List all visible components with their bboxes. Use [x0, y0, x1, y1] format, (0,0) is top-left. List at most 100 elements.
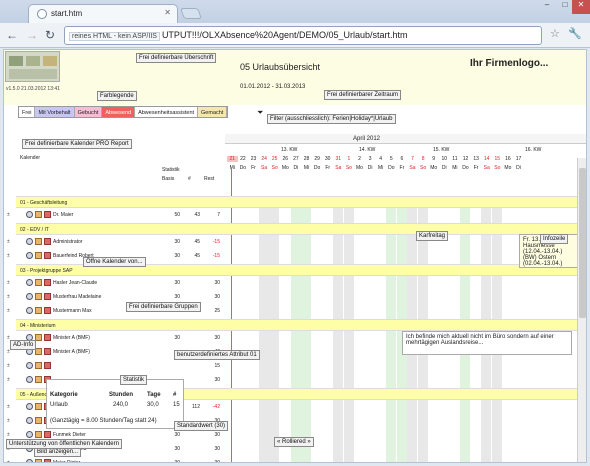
group-name: 01 - Geschäftsleitung	[20, 200, 68, 206]
person-row[interactable]: ±Mustermann Max2525	[7, 305, 586, 317]
calendar-icon[interactable]	[35, 307, 42, 314]
filter-icon[interactable]: ⏷	[257, 108, 263, 118]
statistik-icon[interactable]	[44, 348, 51, 355]
person-row[interactable]: ± Meier Dieter 30 30	[7, 457, 586, 462]
day-name: Sa	[261, 165, 268, 171]
statistik-icon[interactable]	[44, 279, 51, 286]
day-number: 12	[462, 156, 469, 162]
person-row[interactable]: ± Administrator 30 45 -15	[7, 236, 586, 248]
calendar-icon[interactable]	[35, 403, 42, 410]
bookmark-star-icon[interactable]: ☆	[550, 27, 560, 40]
user-icon[interactable]	[26, 307, 33, 314]
statistik-icon[interactable]	[44, 431, 51, 438]
wrench-icon[interactable]: 🔧	[568, 27, 582, 40]
group-row[interactable]: 02 - EDV / IT	[16, 223, 586, 235]
callout-kalender-pro: Frei definierbare Kalender PRO Report	[22, 139, 132, 149]
callout-oeffne[interactable]: Öffne Kalender von...	[83, 257, 146, 267]
expand-icon[interactable]: ±	[7, 404, 10, 410]
calendar-icon[interactable]	[35, 238, 42, 245]
vertical-scrollbar[interactable]	[577, 158, 586, 462]
month-header: April 2012	[225, 134, 586, 144]
day-name: Fr	[473, 165, 479, 171]
user-icon[interactable]	[26, 211, 33, 218]
user-icon[interactable]	[26, 417, 33, 424]
user-icon[interactable]	[26, 459, 33, 462]
expand-icon[interactable]: ±	[7, 363, 10, 369]
browser-tab[interactable]: start.htm ✕	[28, 4, 178, 23]
user-icon[interactable]	[26, 252, 33, 259]
statistik-popup: Kategorie Stunden Tage # Urlaub 240,0 30…	[46, 379, 184, 429]
person-row[interactable]: ± Dr. Maier 50 43 7	[7, 209, 586, 221]
person-name: Minister A (BMF)	[53, 335, 90, 341]
statistik-icon[interactable]	[44, 293, 51, 300]
new-tab-button[interactable]	[179, 8, 203, 19]
group-row[interactable]: 01 - Geschäftsleitung	[16, 196, 586, 208]
expand-icon[interactable]: ±	[7, 253, 10, 259]
stat-n: 15	[173, 402, 180, 408]
day-name: So	[420, 165, 427, 171]
user-icon[interactable]	[26, 403, 33, 410]
expand-icon[interactable]: ±	[7, 280, 10, 286]
callout-adinfo[interactable]: AD-Info	[10, 340, 37, 350]
statistik-icon[interactable]	[44, 334, 51, 341]
calendar-icon[interactable]	[35, 417, 42, 424]
expand-icon[interactable]: ±	[7, 212, 10, 218]
day-name: Mo	[356, 165, 363, 171]
rolliert-button[interactable]: « Rolliered »	[274, 437, 314, 447]
day-number: 11	[452, 156, 458, 162]
user-icon[interactable]	[26, 279, 33, 286]
day-number: 30	[324, 156, 331, 162]
day-name: Sa	[409, 165, 416, 171]
address-bar[interactable]: reines HTML - kein ASP/IIS UTPUT!!!/OLXAb…	[64, 26, 542, 45]
close-window-icon[interactable]: ✕	[572, 0, 590, 14]
calendar-icon[interactable]	[35, 376, 42, 383]
person-row[interactable]: ±15	[7, 360, 586, 372]
statistik-icon[interactable]	[44, 459, 51, 462]
user-icon[interactable]	[26, 238, 33, 245]
basis-value: 30	[174, 335, 180, 341]
day-number: 24	[261, 156, 267, 162]
expand-icon[interactable]: ±	[7, 239, 10, 245]
calendar-icon[interactable]	[35, 431, 42, 438]
user-icon[interactable]	[26, 362, 33, 369]
calendar-icon[interactable]	[35, 252, 42, 259]
basis-value: 30	[174, 294, 180, 300]
minimize-icon[interactable]: –	[538, 0, 556, 14]
callout-zeitraum: Frei definierbarer Zeitraum	[324, 90, 402, 100]
legend-vorbehalt: Mit Vorbehalt	[35, 107, 75, 117]
statistik-icon[interactable]	[44, 307, 51, 314]
calendar-icon[interactable]	[35, 293, 42, 300]
reload-icon[interactable]: ↻	[45, 28, 55, 42]
expand-icon[interactable]: ±	[7, 308, 10, 314]
scrollbar-thumb[interactable]	[579, 168, 586, 318]
rest-value: 25	[214, 308, 220, 314]
expand-icon[interactable]: ±	[7, 432, 10, 438]
calendar-icon[interactable]	[35, 279, 42, 286]
expand-icon[interactable]: ±	[7, 418, 10, 424]
calendar-icon[interactable]	[35, 459, 42, 462]
statistik-icon[interactable]	[44, 238, 51, 245]
group-row[interactable]: 04 - Ministerium	[16, 319, 586, 331]
forward-icon[interactable]: →	[26, 28, 38, 42]
calendar-icon[interactable]	[35, 362, 42, 369]
day-number: 14	[483, 156, 490, 162]
statistik-icon[interactable]	[44, 252, 51, 259]
user-icon[interactable]	[26, 293, 33, 300]
legend-gemacht: Gemacht	[198, 107, 228, 117]
expand-icon[interactable]: ±	[7, 460, 10, 462]
person-name: Mustermann Max	[53, 308, 92, 314]
close-tab-icon[interactable]: ✕	[164, 8, 171, 17]
day-name: Mi	[452, 165, 458, 171]
person-row[interactable]: ± Hasler Jean-Claude 30 30	[7, 277, 586, 289]
statistik-icon[interactable]	[44, 211, 51, 218]
person-row[interactable]: ± Musterfrau Madelaine 30 30	[7, 291, 586, 303]
back-icon[interactable]: ←	[6, 28, 18, 42]
statistik-icon[interactable]	[44, 362, 51, 369]
day-name: Mi	[378, 165, 384, 171]
expand-icon[interactable]: ±	[7, 294, 10, 300]
calendar-icon[interactable]	[35, 211, 42, 218]
person-name: Minister A (BMF)	[53, 349, 90, 355]
user-icon[interactable]	[26, 376, 33, 383]
expand-icon[interactable]: ±	[7, 377, 10, 383]
user-icon[interactable]	[26, 431, 33, 438]
